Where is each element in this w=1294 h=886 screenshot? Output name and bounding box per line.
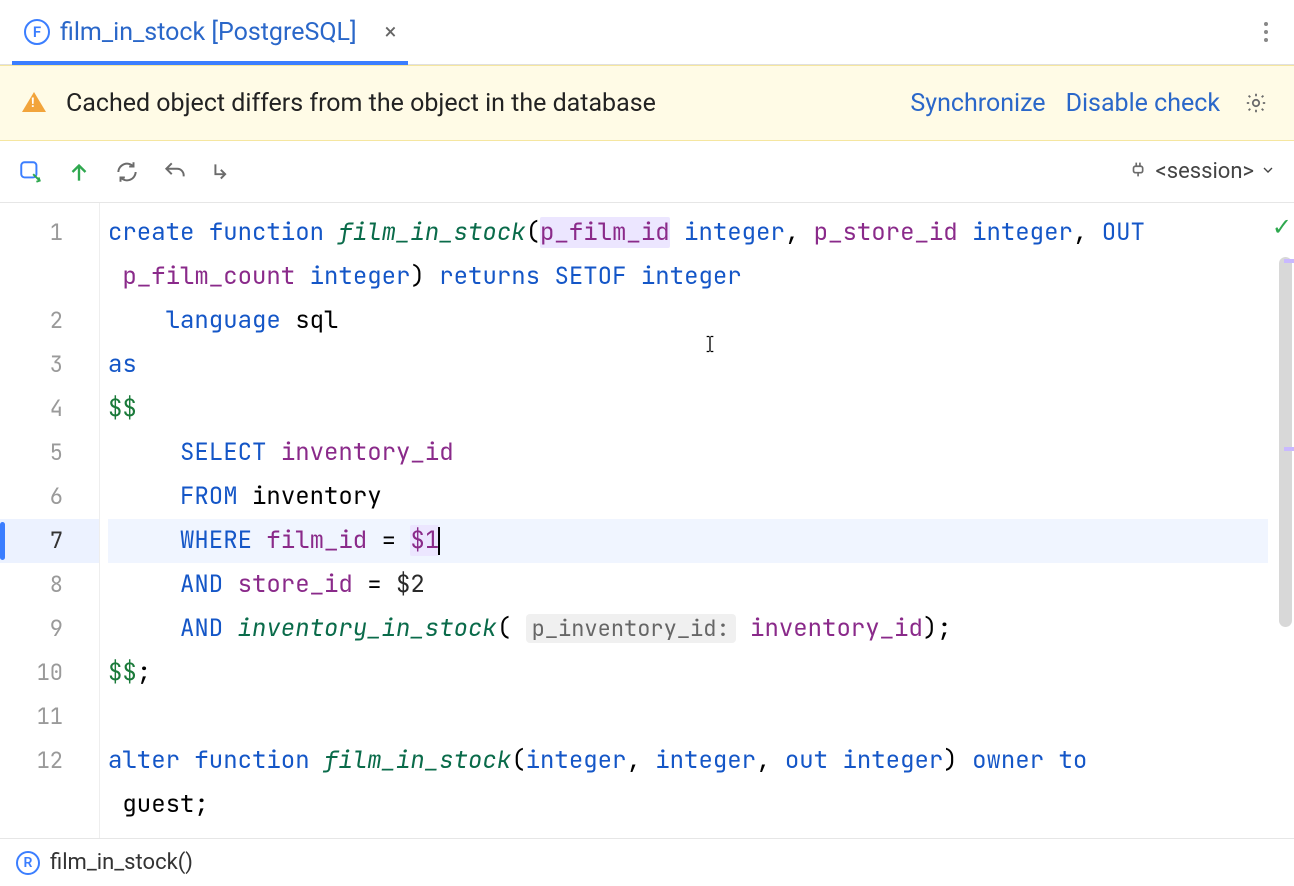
notification-message: Cached object differs from the object in… xyxy=(66,89,890,118)
line-number: 7 xyxy=(0,519,99,563)
scrollbar-thumb[interactable] xyxy=(1279,257,1292,627)
parameter-hint: p_inventory_id: xyxy=(526,614,736,643)
line-number: 3 xyxy=(0,343,99,387)
gear-icon[interactable] xyxy=(1240,87,1272,119)
editor[interactable]: 1 2 3 4 5 6 7 8 9 10 11 12 create functi… xyxy=(0,203,1294,838)
code-line: AND store_id = $2 xyxy=(108,563,1268,607)
refresh-icon[interactable] xyxy=(114,159,140,185)
code-line: $$; xyxy=(108,651,1268,695)
undo-icon[interactable] xyxy=(162,159,188,185)
synchronize-link[interactable]: Synchronize xyxy=(910,89,1045,118)
marker xyxy=(1284,447,1294,451)
tab-film-in-stock[interactable]: F film_in_stock [PostgreSQL] × xyxy=(12,0,408,64)
tab-title: film_in_stock [PostgreSQL] xyxy=(60,18,357,47)
code-line: $$ xyxy=(108,387,1268,431)
editor-toolbar: <session> xyxy=(0,141,1294,203)
editor-right-rail: ✓ xyxy=(1268,203,1294,838)
breadcrumb[interactable]: film_in_stock() xyxy=(50,850,193,875)
code-line: FROM inventory xyxy=(108,475,1268,519)
execute-icon[interactable] xyxy=(18,159,44,185)
close-icon[interactable]: × xyxy=(385,20,397,45)
line-number: 5 xyxy=(0,431,99,475)
routine-icon: R xyxy=(16,851,40,875)
plug-icon xyxy=(1128,158,1150,186)
line-number: 9 xyxy=(0,607,99,651)
line-number: 12 xyxy=(0,739,99,827)
session-selector[interactable]: <session> xyxy=(1128,158,1276,186)
code-area[interactable]: create function film_in_stock(p_film_id … xyxy=(100,203,1268,838)
status-bar: R film_in_stock() xyxy=(0,838,1294,886)
line-number: 2 xyxy=(0,299,99,343)
marker xyxy=(1284,259,1294,263)
step-icon[interactable] xyxy=(210,159,236,185)
code-line: alter function film_in_stock(integer, in… xyxy=(108,739,1268,827)
line-number: 8 xyxy=(0,563,99,607)
code-line: AND inventory_in_stock( p_inventory_id: … xyxy=(108,607,1268,651)
chevron-down-icon xyxy=(1260,159,1276,184)
code-line: create function film_in_stock(p_film_id … xyxy=(108,211,1268,299)
line-number: 11 xyxy=(0,695,99,739)
line-number: 6 xyxy=(0,475,99,519)
check-icon: ✓ xyxy=(1272,213,1292,241)
line-number: 1 xyxy=(0,211,99,299)
disable-check-link[interactable]: Disable check xyxy=(1066,89,1220,118)
upload-icon[interactable] xyxy=(66,159,92,185)
code-line: SELECT inventory_id xyxy=(108,431,1268,475)
line-number: 10 xyxy=(0,651,99,695)
tab-bar: F film_in_stock [PostgreSQL] × xyxy=(0,0,1294,65)
code-line: WHERE film_id = $1 xyxy=(108,519,1268,563)
code-line xyxy=(108,695,1268,739)
line-number: 4 xyxy=(0,387,99,431)
notification-bar: Cached object differs from the object in… xyxy=(0,65,1294,141)
function-icon: F xyxy=(24,19,50,45)
code-line: language sql xyxy=(108,299,1268,343)
text-caret xyxy=(438,527,440,555)
session-label: <session> xyxy=(1156,159,1254,184)
code-line: as xyxy=(108,343,1268,387)
gutter: 1 2 3 4 5 6 7 8 9 10 11 12 xyxy=(0,203,100,838)
kebab-menu-icon[interactable] xyxy=(1250,14,1282,50)
warning-icon xyxy=(22,92,46,112)
ibeam-cursor-icon xyxy=(700,329,720,368)
